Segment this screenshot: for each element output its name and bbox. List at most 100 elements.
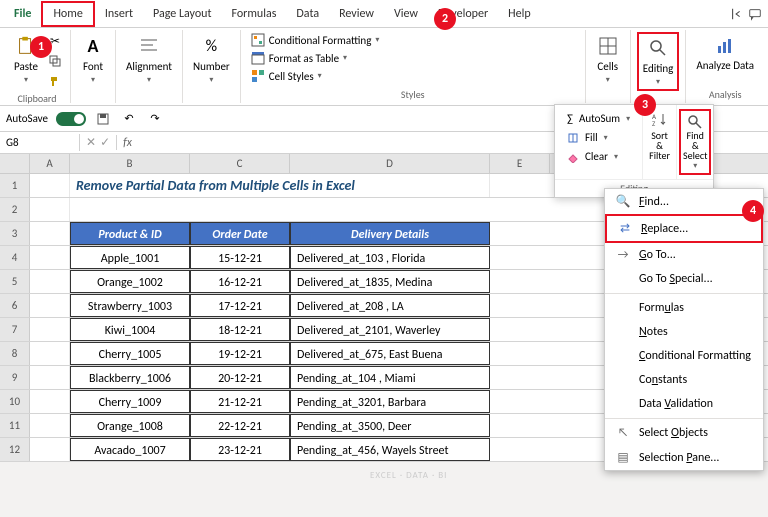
table-header[interactable]: Product & ID [70, 222, 190, 245]
undo-icon[interactable]: ↶ [120, 110, 138, 128]
cell[interactable] [30, 438, 70, 461]
cell[interactable]: Strawberry_1003 [70, 294, 190, 317]
save-icon[interactable] [94, 110, 112, 128]
cell[interactable] [30, 342, 70, 365]
row-header[interactable]: 12 [0, 438, 30, 461]
fill-button[interactable]: Fill ▾ [559, 128, 638, 147]
format-as-table-button[interactable]: Format as Table ▾ [247, 50, 351, 66]
name-box[interactable]: G8 [0, 134, 80, 151]
cell[interactable] [30, 246, 70, 269]
cell[interactable]: Orange_1008 [70, 414, 190, 437]
cell[interactable]: 16-12-21 [190, 270, 290, 293]
tab-view[interactable]: View [384, 3, 428, 25]
font-button[interactable]: A Font ▾ [77, 32, 109, 87]
cell[interactable] [30, 318, 70, 341]
menu-data-validation[interactable]: Data Validation [605, 392, 763, 416]
cells-button[interactable]: Cells ▾ [592, 32, 624, 87]
menu-replace[interactable]: ⇄Replace... [605, 214, 763, 243]
tab-review[interactable]: Review [329, 3, 384, 25]
cell[interactable] [30, 222, 70, 245]
cell[interactable]: Delivered_at_1835, Medina [290, 270, 490, 293]
menu-notes[interactable]: Notes [605, 320, 763, 344]
cell[interactable]: 21-12-21 [190, 390, 290, 413]
cell[interactable] [30, 270, 70, 293]
tab-formulas[interactable]: Formulas [221, 3, 286, 25]
tab-insert[interactable]: Insert [95, 3, 143, 25]
col-header[interactable]: C [190, 154, 290, 173]
table-header[interactable]: Delivery Details [290, 222, 490, 245]
row-header[interactable]: 11 [0, 414, 30, 437]
col-header[interactable]: D [290, 154, 490, 173]
row-header[interactable]: 5 [0, 270, 30, 293]
cell[interactable]: Delivered_at_103 , Florida [290, 246, 490, 269]
redo-icon[interactable]: ↷ [146, 110, 164, 128]
cell[interactable]: Delivered_at_675, East Buena [290, 342, 490, 365]
cell[interactable]: Pending_at_3201, Barbara [290, 390, 490, 413]
cell[interactable]: Blackberry_1006 [70, 366, 190, 389]
cell[interactable]: Cherry_1009 [70, 390, 190, 413]
cell-styles-button[interactable]: Cell Styles ▾ [247, 68, 326, 84]
cell[interactable] [30, 390, 70, 413]
row-header[interactable]: 7 [0, 318, 30, 341]
sort-filter-button[interactable]: AZ Sort & Filter [645, 109, 674, 163]
cell[interactable]: 19-12-21 [190, 342, 290, 365]
cell[interactable]: Pending_at_456, Wayels Street [290, 438, 490, 461]
autosave-toggle[interactable] [56, 112, 86, 126]
cell[interactable]: Pending_at_3500, Deer [290, 414, 490, 437]
format-painter-icon[interactable] [46, 72, 64, 90]
row-header[interactable]: 6 [0, 294, 30, 317]
cell[interactable]: Delivered_at_2101, Waverley [290, 318, 490, 341]
cell[interactable]: Kiwi_1004 [70, 318, 190, 341]
cell[interactable] [30, 366, 70, 389]
menu-find[interactable]: 🔍FFind...ind... [605, 189, 763, 214]
conditional-formatting-button[interactable]: Conditional Formatting ▾ [247, 32, 384, 48]
row-header[interactable]: 8 [0, 342, 30, 365]
editing-button[interactable]: Editing ▾ [637, 32, 680, 91]
menu-goto-special[interactable]: Go To Special... [605, 267, 763, 291]
menu-formulas[interactable]: Formulas [605, 296, 763, 320]
cancel-icon[interactable]: ✕ [86, 135, 96, 150]
cell[interactable]: Avacado_1007 [70, 438, 190, 461]
menu-goto[interactable]: →Go To... [605, 243, 763, 267]
clear-button[interactable]: Clear ▾ [559, 147, 638, 166]
table-header[interactable]: Order Date [190, 222, 290, 245]
tab-home[interactable]: Home [41, 1, 94, 27]
cell[interactable]: Apple_1001 [70, 246, 190, 269]
cell[interactable] [30, 174, 70, 197]
menu-select-objects[interactable]: ↖Select Objects [605, 421, 763, 445]
cell[interactable] [30, 198, 70, 221]
menu-constants[interactable]: Constants [605, 368, 763, 392]
cell[interactable]: 20-12-21 [190, 366, 290, 389]
autosum-button[interactable]: ∑AutoSum ▾ [559, 109, 638, 128]
cell[interactable]: 17-12-21 [190, 294, 290, 317]
comments-icon[interactable] [746, 5, 764, 23]
share-icon[interactable] [728, 5, 746, 23]
menu-selection-pane[interactable]: ▤Selection Pane... [605, 445, 763, 470]
col-header[interactable]: B [70, 154, 190, 173]
cell[interactable]: Cherry_1005 [70, 342, 190, 365]
alignment-button[interactable]: Alignment ▾ [122, 32, 176, 87]
tab-data[interactable]: Data [286, 3, 329, 25]
number-button[interactable]: % Number ▾ [189, 32, 234, 87]
cell[interactable]: Orange_1002 [70, 270, 190, 293]
cell[interactable]: Pending_at_104 , Miami [290, 366, 490, 389]
tab-page-layout[interactable]: Page Layout [143, 3, 221, 25]
row-header[interactable]: 4 [0, 246, 30, 269]
title-cell[interactable]: Remove Partial Data from Multiple Cells … [70, 174, 490, 197]
find-select-button[interactable]: Find & Select ▾ [679, 109, 711, 175]
col-header[interactable]: E [490, 154, 550, 173]
col-header[interactable]: A [30, 154, 70, 173]
select-all-corner[interactable] [0, 154, 30, 173]
row-header[interactable]: 9 [0, 366, 30, 389]
tab-help[interactable]: Help [498, 3, 541, 25]
cell[interactable]: 18-12-21 [190, 318, 290, 341]
tab-file[interactable]: File [4, 3, 41, 25]
cell[interactable]: 23-12-21 [190, 438, 290, 461]
row-header[interactable]: 1 [0, 174, 30, 197]
enter-icon[interactable]: ✓ [100, 135, 110, 150]
menu-conditional-formatting[interactable]: Conditional Formatting [605, 344, 763, 368]
cell[interactable]: 22-12-21 [190, 414, 290, 437]
cell[interactable]: 15-12-21 [190, 246, 290, 269]
fx-icon[interactable]: fx [117, 136, 138, 150]
cell[interactable] [30, 414, 70, 437]
